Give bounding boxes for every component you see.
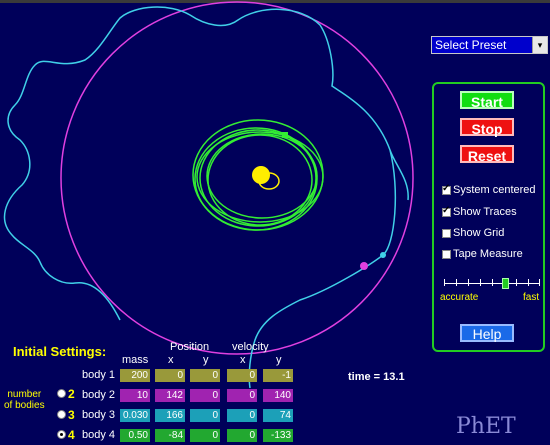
body2-mass-field[interactable]: 10: [120, 389, 150, 402]
checkbox-box[interactable]: [442, 205, 451, 217]
body2-y-field[interactable]: 0: [190, 389, 220, 402]
slider-tick: [480, 279, 481, 286]
body3-y-field[interactable]: 0: [190, 409, 220, 422]
checkbox-box[interactable]: [442, 183, 451, 195]
velocity-header: velocity: [232, 341, 269, 353]
body1-vx-field[interactable]: 0: [227, 369, 257, 382]
show-grid-label: Show Grid: [453, 227, 505, 239]
slider-tick: [444, 279, 445, 286]
slider-tick: [516, 279, 517, 286]
body2-vx-field[interactable]: 0: [227, 389, 257, 402]
initial-settings-title: Initial Settings:: [13, 344, 107, 359]
radio-2-label: 2: [68, 387, 75, 401]
radio-4-bodies[interactable]: [57, 430, 66, 439]
radio-2-bodies[interactable]: [57, 389, 66, 398]
tape-measure-checkbox[interactable]: Tape Measure: [442, 248, 523, 260]
body4-x-field[interactable]: -84: [155, 429, 185, 442]
number-of-bodies-label: number of bodies: [4, 389, 45, 411]
select-preset-dropdown[interactable]: Select Preset ▾: [431, 36, 548, 54]
phet-logo: PhET: [456, 414, 516, 439]
body1-mass-field[interactable]: 200: [120, 369, 150, 382]
body2-vy-field[interactable]: 140: [263, 389, 293, 402]
help-button[interactable]: Help: [460, 324, 514, 342]
show-grid-checkbox[interactable]: Show Grid: [442, 227, 504, 239]
body2-planet[interactable]: [360, 262, 368, 270]
body3-label: body 3: [82, 409, 116, 421]
body2-orbit-trace: [60, 1, 414, 355]
checkbox-box[interactable]: [442, 228, 451, 238]
accurate-label: accurate: [440, 292, 479, 303]
mass-header: mass: [122, 354, 149, 366]
body3-mass-field[interactable]: 0.030: [120, 409, 150, 422]
body4-marker[interactable]: [282, 132, 288, 138]
system-centered-label: System centered: [453, 184, 536, 196]
time-readout: time = 13.1: [348, 371, 405, 383]
body2-x-field[interactable]: 142: [155, 389, 185, 402]
control-panel: Start Stop Reset System centered Show Tr…: [432, 82, 545, 352]
start-button[interactable]: Start: [460, 91, 514, 110]
number-of-bodies-line1: number: [7, 389, 42, 400]
speed-slider-thumb[interactable]: [502, 278, 509, 289]
reset-button[interactable]: Reset: [460, 145, 514, 164]
body3-vx-field[interactable]: 0: [227, 409, 257, 422]
radio-3-label: 3: [68, 408, 75, 422]
preset-label: Select Preset: [435, 38, 507, 52]
body4-y-field[interactable]: 0: [190, 429, 220, 442]
body3-vy-field[interactable]: 74: [263, 409, 293, 422]
tape-measure-label: Tape Measure: [453, 248, 523, 260]
body3-orbit-trace: [3, 6, 409, 389]
body1-vy-field[interactable]: -1: [263, 369, 293, 382]
body1-y-field[interactable]: 0: [190, 369, 220, 382]
velocity-y-header: y: [276, 354, 282, 366]
radio-3-bodies[interactable]: [57, 410, 66, 419]
stop-button[interactable]: Stop: [460, 118, 514, 137]
body4-mass-field[interactable]: 0.50: [120, 429, 150, 442]
velocity-x-header: x: [240, 354, 246, 366]
slider-tick: [492, 279, 493, 286]
slider-tick: [456, 279, 457, 286]
body2-label: body 2: [82, 389, 116, 401]
body4-label: body 4: [82, 429, 116, 441]
position-x-header: x: [168, 354, 174, 366]
body3-x-field[interactable]: 166: [155, 409, 185, 422]
body1-label: body 1: [82, 369, 116, 381]
body3-moon[interactable]: [380, 252, 386, 258]
body1-star[interactable]: [252, 166, 270, 184]
radio-4-label: 4: [68, 428, 75, 442]
system-centered-checkbox[interactable]: System centered: [442, 183, 536, 196]
show-traces-label: Show Traces: [453, 206, 517, 218]
time-label: time =: [348, 371, 381, 383]
body4-vx-field[interactable]: 0: [227, 429, 257, 442]
position-header: Position: [170, 341, 210, 353]
fast-label: fast: [523, 292, 540, 303]
slider-tick: [539, 279, 540, 286]
number-of-bodies-line2: of bodies: [4, 400, 45, 411]
slider-tick: [468, 279, 469, 286]
show-traces-checkbox[interactable]: Show Traces: [442, 205, 517, 218]
position-y-header: y: [203, 354, 209, 366]
slider-tick: [528, 279, 529, 286]
checkbox-box[interactable]: [442, 249, 451, 259]
body4-vy-field[interactable]: -133: [263, 429, 293, 442]
time-value: 13.1: [383, 371, 405, 383]
chevron-down-icon[interactable]: ▾: [532, 37, 547, 53]
body1-x-field[interactable]: 0: [155, 369, 185, 382]
